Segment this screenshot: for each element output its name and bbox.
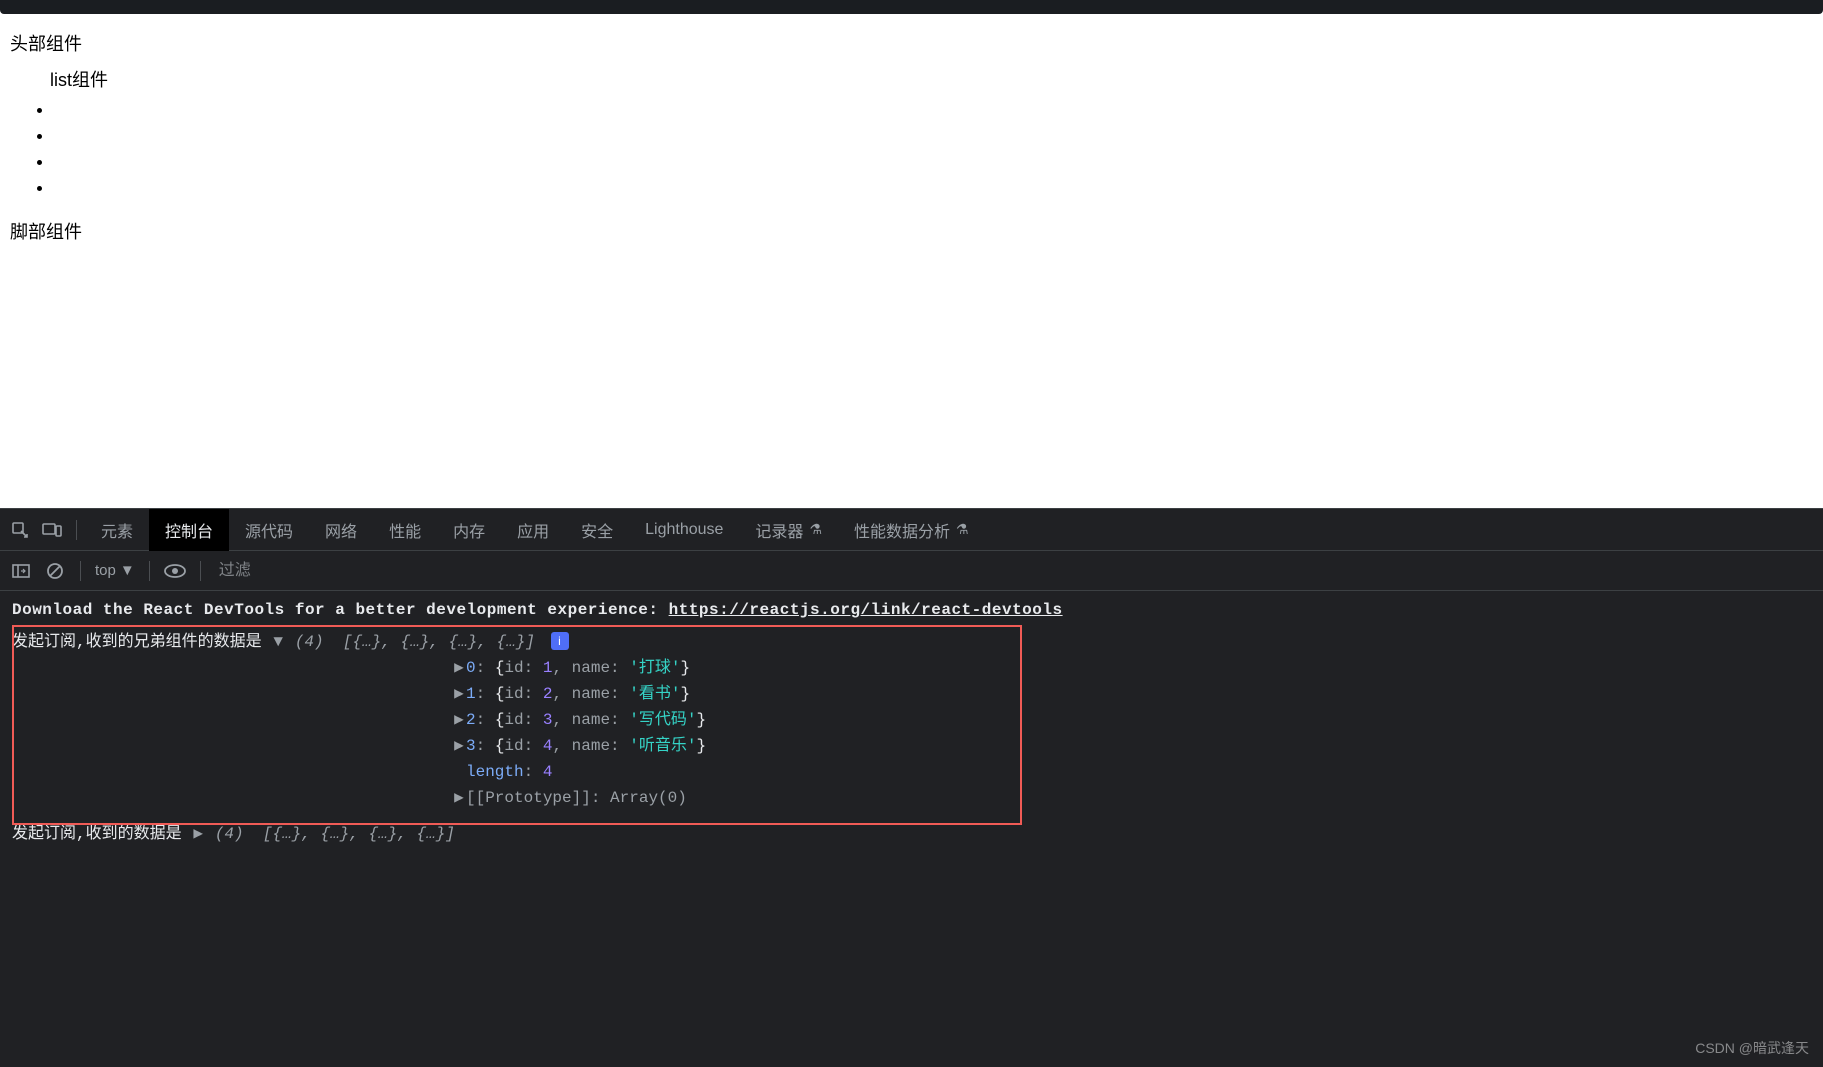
devtools-tab-bar: 元素 控制台 源代码 网络 性能 内存 应用 安全 Lighthouse 记录器…: [0, 509, 1823, 551]
tab-console[interactable]: 控制台: [149, 509, 229, 551]
tab-performance-insights[interactable]: 性能数据分析⚗: [838, 509, 985, 551]
console-toolbar: top ▼: [0, 551, 1823, 591]
page-viewport: 头部组件 list组件 脚部组件: [0, 14, 1823, 508]
flask-icon: ⚗: [956, 521, 969, 538]
caret-right-icon[interactable]: ▶: [191, 821, 205, 847]
inspect-element-icon[interactable]: [6, 516, 34, 544]
console-log-2[interactable]: 发起订阅,收到的数据是 ▶ (4) [{…}, {…}, {…}, {…}]: [12, 821, 1823, 847]
watermark: CSDN @暗武逢天: [1695, 1035, 1809, 1061]
tab-network[interactable]: 网络: [309, 509, 373, 551]
divider: [149, 561, 150, 581]
list-component-label: list组件: [50, 66, 1813, 92]
divider: [80, 561, 81, 581]
device-toolbar-icon[interactable]: [38, 516, 66, 544]
console-output[interactable]: Download the React DevTools for a better…: [0, 591, 1823, 1067]
array-prototype-row[interactable]: ▶[[Prototype]]: Array(0): [12, 785, 1823, 811]
tab-performance[interactable]: 性能: [373, 509, 437, 551]
caret-right-icon[interactable]: ▶: [452, 733, 466, 759]
live-expression-icon[interactable]: [160, 557, 190, 585]
tab-sources[interactable]: 源代码: [229, 509, 309, 551]
list-item: [54, 174, 1813, 200]
list-item: [54, 148, 1813, 174]
browser-chrome-top: [0, 0, 1823, 14]
react-devtools-link[interactable]: https://reactjs.org/link/react-devtools: [669, 601, 1063, 619]
array-item-row[interactable]: ▶2: {id: 3, name: '写代码'}: [12, 707, 1823, 733]
caret-right-icon[interactable]: ▶: [452, 707, 466, 733]
tab-application[interactable]: 应用: [501, 509, 565, 551]
array-item-row[interactable]: ▶3: {id: 4, name: '听音乐'}: [12, 733, 1823, 759]
list-item: [54, 122, 1813, 148]
tab-security[interactable]: 安全: [565, 509, 629, 551]
tab-recorder[interactable]: 记录器⚗: [739, 509, 838, 551]
tab-lighthouse[interactable]: Lighthouse: [629, 509, 739, 551]
divider: [76, 520, 77, 540]
info-badge-icon[interactable]: i: [551, 632, 569, 650]
context-selector[interactable]: top ▼: [91, 562, 139, 579]
list-item: [54, 96, 1813, 122]
context-label: top: [95, 562, 116, 579]
tab-elements[interactable]: 元素: [85, 509, 149, 551]
chevron-down-icon: ▼: [120, 562, 135, 579]
divider: [200, 561, 201, 581]
console-message-react: Download the React DevTools for a better…: [12, 597, 1823, 623]
devtools-panel: 元素 控制台 源代码 网络 性能 内存 应用 安全 Lighthouse 记录器…: [0, 508, 1823, 1067]
tab-memory[interactable]: 内存: [437, 509, 501, 551]
caret-right-icon[interactable]: ▶: [452, 681, 466, 707]
caret-down-icon[interactable]: ▼: [271, 629, 285, 655]
caret-right-icon[interactable]: ▶: [452, 655, 466, 681]
array-item-row[interactable]: ▶0: {id: 1, name: '打球'}: [12, 655, 1823, 681]
array-length-row[interactable]: length: 4: [12, 759, 1823, 785]
toggle-sidebar-icon[interactable]: [6, 557, 36, 585]
filter-input[interactable]: [211, 558, 411, 584]
clear-console-icon[interactable]: [40, 557, 70, 585]
header-component-text: 头部组件: [10, 30, 1813, 56]
console-log-1[interactable]: 发起订阅,收到的兄弟组件的数据是 ▼ (4) [{…}, {…}, {…}, {…: [12, 629, 1823, 655]
footer-component-text: 脚部组件: [10, 218, 1813, 244]
list-component: [54, 96, 1813, 200]
caret-right-icon[interactable]: ▶: [452, 785, 466, 811]
array-item-row[interactable]: ▶1: {id: 2, name: '看书'}: [12, 681, 1823, 707]
flask-icon: ⚗: [809, 521, 822, 538]
